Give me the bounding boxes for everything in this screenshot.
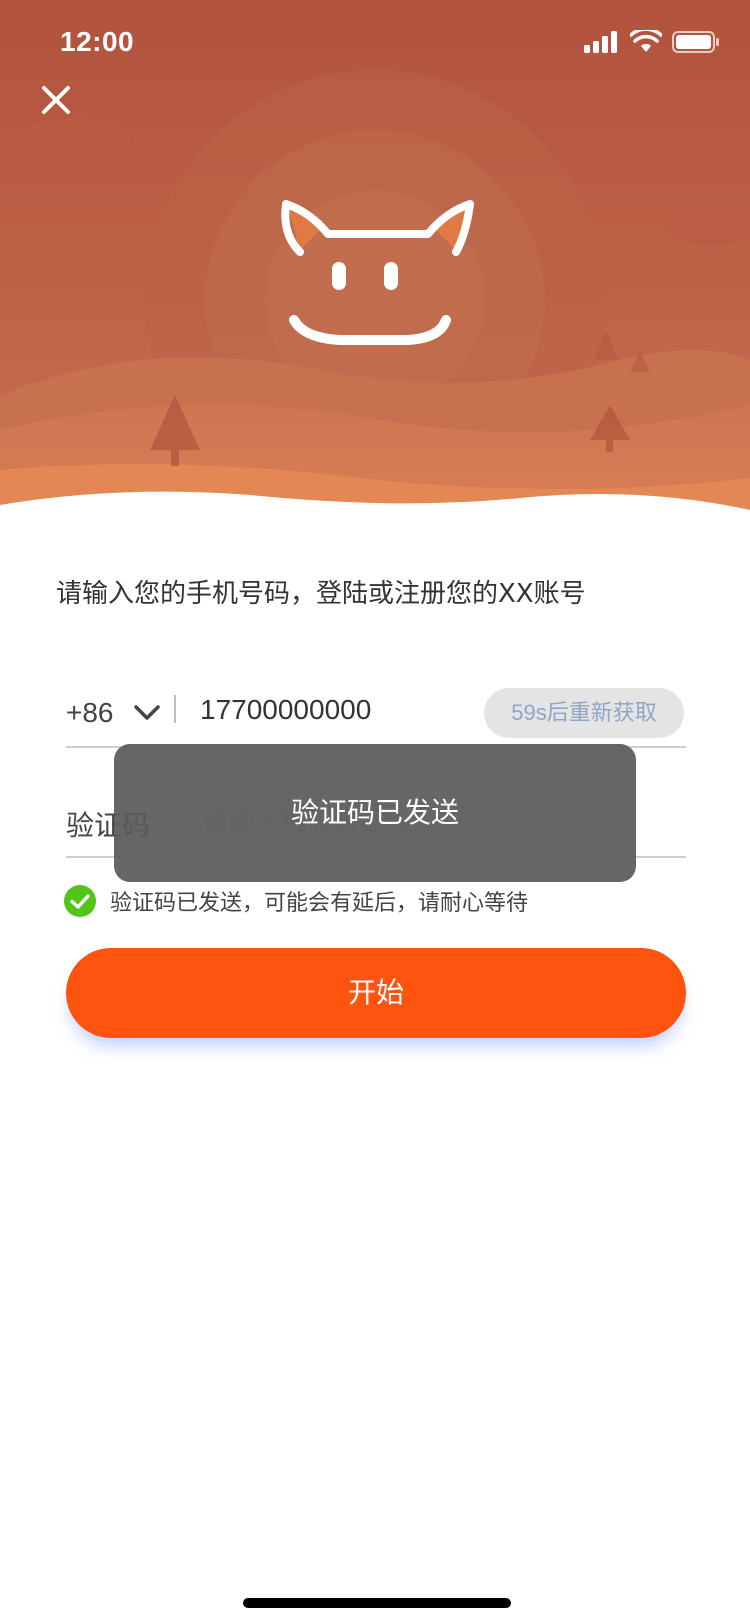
country-code: +86 xyxy=(66,697,114,728)
phone-input[interactable] xyxy=(200,680,500,740)
resend-code-button[interactable]: 59s后重新获取 xyxy=(484,688,684,738)
login-prompt: 请输入您的手机号码，登陆或注册您的XX账号 xyxy=(56,579,586,609)
mascot-logo xyxy=(281,200,474,345)
battery-icon xyxy=(672,31,719,53)
hint-text: 验证码已发送，可能会有延后，请耐心等待 xyxy=(110,891,529,916)
code-sent-hint: 验证码已发送，可能会有延后，请耐心等待 xyxy=(64,884,528,918)
chevron-down-icon xyxy=(133,705,160,720)
status-time: 12:00 xyxy=(60,26,135,57)
signal-icon xyxy=(584,31,617,53)
start-button[interactable]: 开始 xyxy=(66,948,686,1038)
field-divider xyxy=(174,695,176,723)
close-icon xyxy=(42,86,70,114)
header-banner: 12:00 xyxy=(0,0,750,520)
phone-field-row: +86 59s后重新获取 xyxy=(66,680,686,748)
status-icons xyxy=(584,30,720,54)
status-bar: 12:00 xyxy=(0,0,750,88)
home-indicator[interactable] xyxy=(243,1598,511,1608)
wifi-icon xyxy=(630,30,662,52)
check-circle-icon xyxy=(64,885,96,917)
country-code-selector[interactable]: +86 xyxy=(66,680,162,746)
close-button[interactable] xyxy=(36,80,76,120)
toast-message: 验证码已发送 xyxy=(114,744,636,882)
